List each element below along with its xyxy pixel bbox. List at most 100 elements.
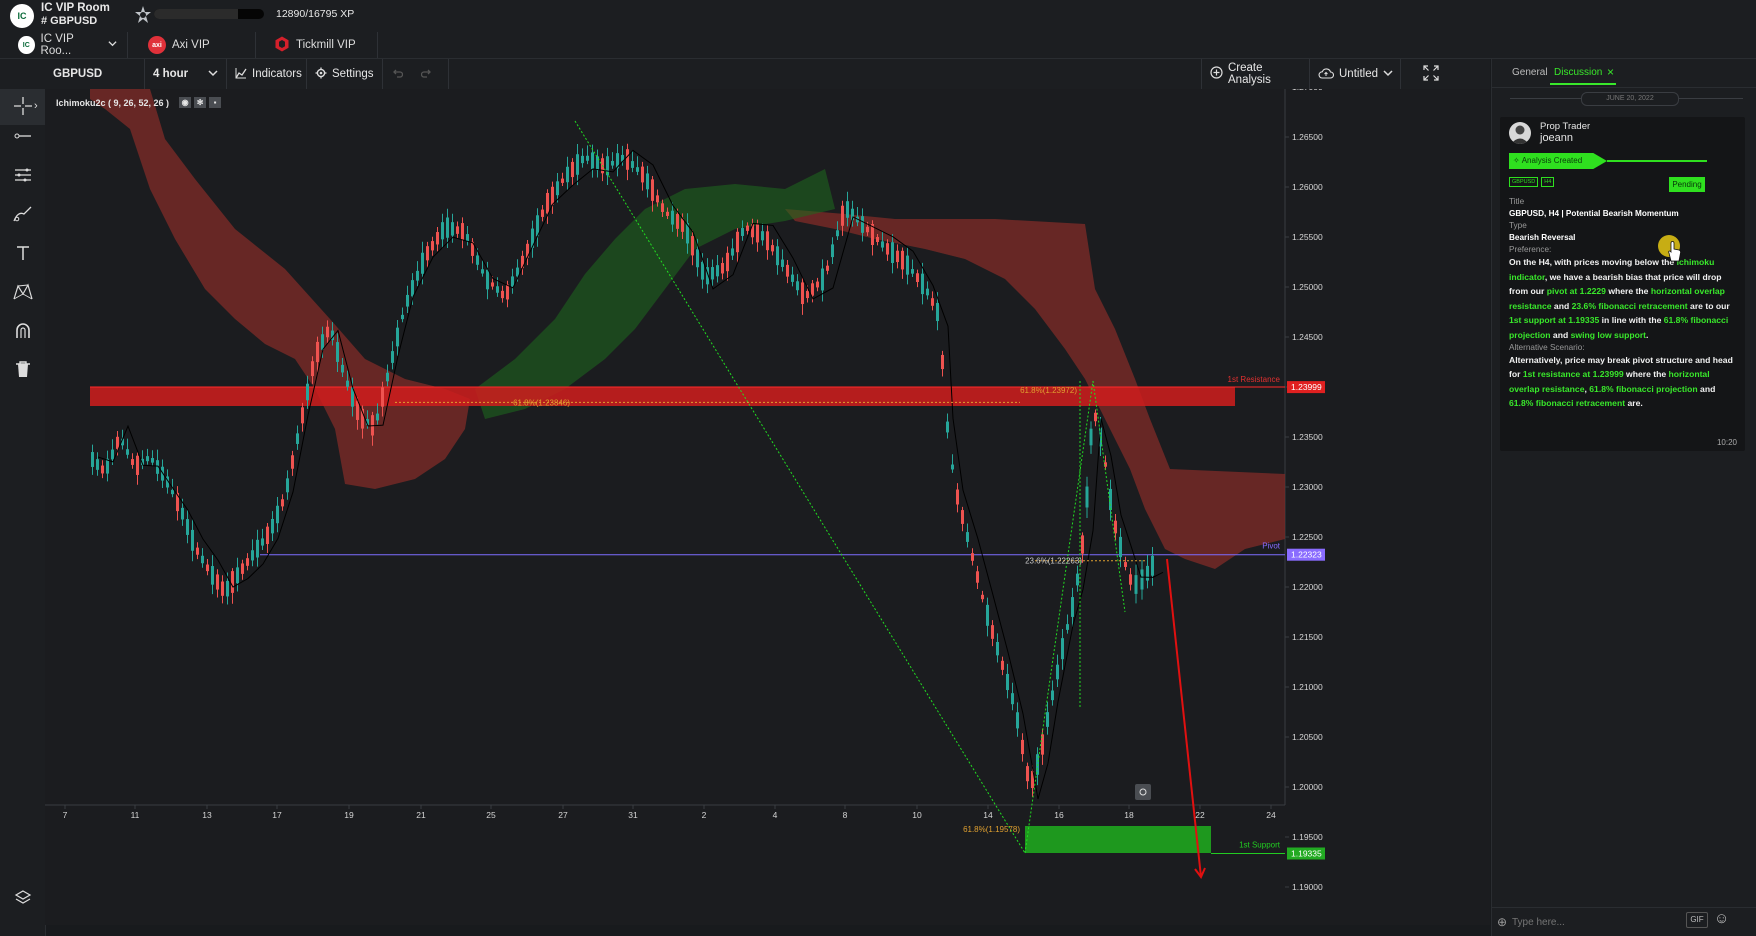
candle — [1114, 520, 1117, 534]
candle — [236, 567, 239, 584]
layers-button[interactable] — [0, 881, 45, 917]
brush-tool[interactable] — [0, 197, 45, 233]
candle — [116, 436, 119, 449]
candle — [831, 244, 834, 258]
chevron-down-icon[interactable] — [108, 39, 117, 51]
trendline-tool[interactable] — [0, 119, 45, 155]
x-tick-label: 27 — [558, 810, 568, 820]
candle — [101, 465, 104, 474]
horizontal-lines-tool[interactable] — [0, 158, 45, 194]
brush-icon — [12, 203, 34, 228]
username[interactable]: joeann — [1540, 132, 1573, 144]
symbol-button[interactable]: GBPUSD — [45, 59, 145, 89]
pending-badge[interactable]: Pending — [1669, 177, 1705, 192]
candle — [451, 222, 454, 236]
candle — [1140, 569, 1144, 590]
candle — [656, 195, 659, 203]
candle — [171, 489, 174, 495]
chart-canvas[interactable]: 61.8%(1.23846) 61.8%(1.23972) 23.6%(1.2226… — [45, 89, 1490, 925]
candle — [1006, 673, 1009, 691]
tag-symbol[interactable]: GBPUSD — [1509, 177, 1539, 187]
symbol-label: GBPUSD — [53, 68, 103, 80]
fullscreen-button[interactable] — [1401, 59, 1461, 89]
room-tabs: IC IC VIP Roo... axi Axi VIP Tickmill VI… — [0, 32, 1756, 59]
indicators-icon — [235, 67, 247, 82]
close-tab-icon[interactable]: × — [1607, 65, 1614, 79]
candle — [231, 571, 234, 593]
delete-drawings-button[interactable] — [0, 352, 45, 388]
candle — [381, 387, 384, 407]
expand-arrow-icon[interactable]: › — [34, 100, 38, 112]
candle — [731, 248, 734, 256]
interval-select[interactable]: 4 hour — [145, 59, 227, 89]
trash-icon[interactable]: ▪ — [209, 97, 222, 108]
candle — [276, 505, 279, 524]
emoji-icon[interactable]: ☺ — [1714, 910, 1729, 927]
tab-general[interactable]: General — [1512, 67, 1548, 78]
candle — [1001, 660, 1004, 670]
candle — [251, 550, 254, 561]
fib-label: 61.8%(1.23972) — [1020, 386, 1077, 395]
tab-axi-vip[interactable]: axi Axi VIP — [138, 32, 256, 58]
layers-icon — [14, 889, 32, 910]
candle — [226, 580, 229, 597]
create-analysis-button[interactable]: Create Analysis — [1201, 59, 1310, 89]
candle — [306, 383, 309, 401]
undo-icon — [391, 68, 404, 81]
ic-markets-logo[interactable]: IC — [10, 4, 34, 28]
candle — [1071, 597, 1074, 617]
avatar[interactable] — [1509, 122, 1531, 144]
candle — [486, 269, 489, 290]
candle — [711, 267, 714, 280]
message-input[interactable] — [1510, 913, 1674, 931]
candle — [1151, 555, 1154, 576]
candle — [921, 273, 924, 295]
candle — [281, 499, 284, 507]
candle — [626, 149, 629, 170]
x-tick-label: 10 — [912, 810, 922, 820]
redo-button[interactable] — [413, 59, 449, 89]
line-tool-icon — [13, 126, 33, 149]
trash-icon — [15, 360, 31, 381]
candle — [951, 464, 954, 470]
candle — [1094, 412, 1097, 422]
candle — [316, 341, 319, 363]
redo-icon — [420, 68, 433, 81]
magnet-tool[interactable] — [0, 314, 45, 350]
settings-button[interactable]: Settings — [307, 59, 383, 89]
gif-button[interactable]: GIF — [1686, 912, 1708, 928]
pattern-tool[interactable] — [0, 275, 45, 311]
tab-ic-vip-room[interactable]: IC IC VIP Roo... — [8, 32, 128, 58]
add-attachment-icon[interactable]: ⊕ — [1497, 915, 1507, 929]
eye-icon[interactable]: ◉ — [179, 97, 192, 108]
tab-discussion[interactable]: Discussion — [1554, 67, 1602, 78]
candle — [1046, 712, 1049, 727]
candle — [641, 166, 644, 183]
y-tick-label: 1.21500 — [1292, 632, 1323, 642]
fib-label: 61.8%(1.19578) — [963, 825, 1020, 834]
tag-timeframe[interactable]: H4 — [1541, 177, 1555, 187]
gear-icon[interactable]: ✻ — [194, 97, 207, 108]
candle — [901, 250, 904, 270]
y-tick-label: 1.22500 — [1292, 532, 1323, 542]
candle — [506, 284, 509, 300]
candle — [336, 342, 339, 362]
candle — [956, 489, 959, 505]
text-tool[interactable] — [0, 236, 45, 272]
candle — [766, 231, 769, 251]
layout-save-select[interactable]: Untitled — [1310, 59, 1401, 89]
candle — [456, 226, 459, 234]
candle — [891, 242, 894, 263]
indicators-button[interactable]: Indicators — [227, 59, 307, 89]
candle — [796, 281, 799, 291]
fib-label: 61.8%(1.23846) — [513, 398, 570, 407]
candle — [946, 421, 949, 433]
price-chart[interactable]: 61.8%(1.23846) 61.8%(1.23972) 23.6%(1.2226… — [45, 89, 1490, 925]
undo-button[interactable] — [383, 59, 413, 89]
tab-tickmill-vip[interactable]: Tickmill VIP — [264, 32, 378, 58]
candle — [666, 211, 669, 216]
candle — [546, 192, 549, 214]
status-step: ✧ Analysis Created — [1509, 153, 1607, 169]
candle — [441, 222, 444, 240]
x-tick-label: 25 — [486, 810, 496, 820]
